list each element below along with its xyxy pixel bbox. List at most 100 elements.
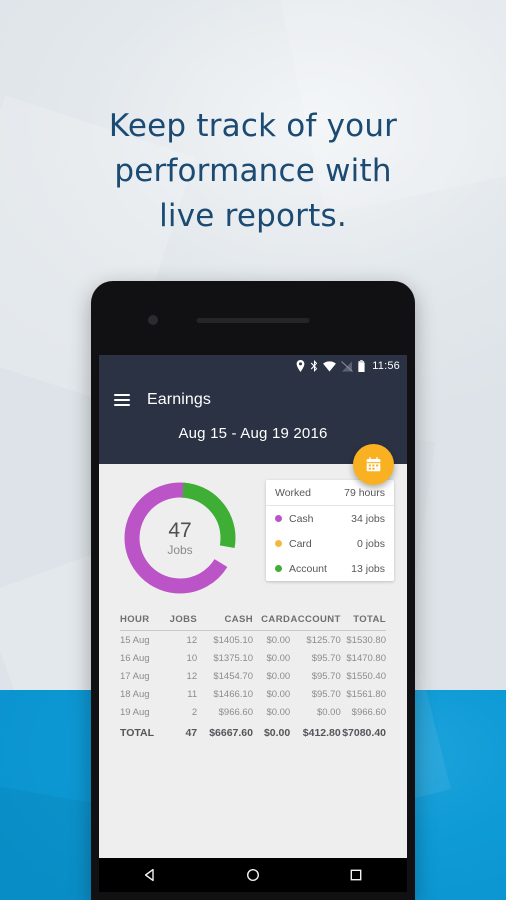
- legend-card: Worked 79 hours Cash 34 jobs Card 0 jobs: [266, 480, 394, 581]
- earpiece-speaker: [196, 318, 310, 323]
- legend-label-cash: Cash: [289, 512, 314, 525]
- recents-button[interactable]: [339, 858, 373, 892]
- hamburger-menu-icon[interactable]: [114, 394, 130, 406]
- date-range-label[interactable]: Aug 15 - Aug 19 2016: [99, 425, 407, 442]
- page-title: Earnings: [147, 391, 211, 408]
- calendar-icon: [366, 457, 381, 472]
- cell-hour: 19 Aug: [120, 707, 150, 718]
- cell-total: $1561.80: [346, 689, 386, 700]
- cell-card: $0.00: [266, 707, 291, 718]
- calendar-fab-button[interactable]: [353, 444, 394, 485]
- cell-jobs: 11: [187, 689, 198, 700]
- promo-headline: Keep track of your performance with live…: [0, 104, 506, 239]
- cell-cash: $1405.10: [213, 635, 253, 646]
- phone-mockup: 11:56 Earnings Aug 15 - Aug 19 2016 47 J…: [91, 281, 415, 900]
- cell-total: $1470.80: [346, 653, 386, 664]
- cell-total-jobs: 47: [185, 727, 198, 739]
- table-header-total: TOTAL: [340, 611, 386, 631]
- status-bar-time: 11:56: [372, 359, 400, 372]
- legend-worked-label: Worked: [275, 486, 311, 499]
- cell-account: $95.70: [311, 653, 341, 664]
- donut-center-label: 47 Jobs: [121, 479, 239, 597]
- legend-value-cash: 34 jobs: [351, 512, 385, 525]
- cell-total-label: TOTAL: [120, 727, 155, 739]
- legend-dot-card: [275, 540, 282, 547]
- donut-value: 47: [168, 518, 192, 542]
- promo-screenshot: Keep track of your performance with live…: [0, 0, 506, 900]
- cell-hour: 18 Aug: [120, 689, 150, 700]
- legend-value-account: 13 jobs: [351, 562, 385, 575]
- table-row[interactable]: 18 Aug 11 $1466.10 $0.00 $95.70 $1561.80: [120, 685, 386, 703]
- legend-worked-value: 79 hours: [344, 486, 385, 499]
- cell-total-card: $0.00: [263, 727, 291, 739]
- table-row[interactable]: 15 Aug 12 $1405.10 $0.00 $125.70 $1530.8…: [120, 631, 386, 650]
- table-row[interactable]: 16 Aug 10 $1375.10 $0.00 $95.70 $1470.80: [120, 649, 386, 667]
- headline-line-2: performance with: [114, 153, 392, 189]
- earnings-content: 47 Jobs Worked 79 hours Cash 34 jobs Car…: [99, 464, 407, 858]
- cell-total-cash: $6667.60: [209, 727, 253, 739]
- cell-card: $0.00: [266, 671, 291, 682]
- cell-total-total: $7080.40: [342, 727, 386, 739]
- cell-cash: $1466.10: [213, 689, 253, 700]
- donut-label: Jobs: [167, 542, 193, 557]
- table-row[interactable]: 17 Aug 12 $1454.70 $0.00 $95.70 $1550.40: [120, 667, 386, 685]
- cell-hour: 15 Aug: [120, 635, 150, 646]
- phone-screen: 11:56 Earnings Aug 15 - Aug 19 2016 47 J…: [99, 355, 407, 858]
- status-bar: 11:56: [99, 355, 407, 377]
- earnings-table: HOUR JOBS CASH CARD ACCOUNT TOTAL 15 Aug: [120, 611, 386, 742]
- jobs-donut-chart: 47 Jobs: [121, 479, 239, 597]
- headline-line-1: Keep track of your: [108, 108, 398, 144]
- app-bar: Earnings Aug 15 - Aug 19 2016: [99, 377, 407, 485]
- table-header-card: CARD: [252, 611, 291, 631]
- legend-row-card: Card 0 jobs: [266, 531, 394, 556]
- location-pin-icon: [296, 360, 305, 372]
- app-bar-top-row: Earnings: [99, 377, 407, 423]
- cell-cash: $1375.10: [213, 653, 253, 664]
- cell-hour: 17 Aug: [120, 671, 150, 682]
- cell-total: $966.60: [351, 707, 386, 718]
- cell-total: $1530.80: [346, 635, 386, 646]
- cell-account: $95.70: [311, 689, 341, 700]
- legend-row-cash: Cash 34 jobs: [266, 506, 394, 531]
- cell-total: $1550.40: [346, 671, 386, 682]
- front-camera-icon: [148, 315, 158, 325]
- signal-icon: [341, 360, 354, 372]
- headline-line-3: live reports.: [159, 198, 347, 234]
- cell-jobs: 2: [191, 707, 198, 718]
- cell-account: $0.00: [316, 707, 341, 718]
- home-circle-icon: [246, 868, 259, 882]
- cell-account: $95.70: [311, 671, 341, 682]
- legend-label-card: Card: [289, 537, 312, 550]
- table-header-cash: CASH: [197, 611, 253, 631]
- wifi-icon: [323, 360, 337, 371]
- back-triangle-icon: [145, 868, 155, 882]
- back-button[interactable]: [133, 858, 167, 892]
- cell-card: $0.00: [266, 689, 291, 700]
- summary-section: 47 Jobs Worked 79 hours Cash 34 jobs Car…: [99, 464, 407, 611]
- cell-card: $0.00: [266, 635, 291, 646]
- legend-label-account: Account: [289, 562, 327, 575]
- legend-row-account: Account 13 jobs: [266, 556, 394, 581]
- cell-total-account: $412.80: [302, 727, 341, 739]
- android-navigation-bar: [99, 858, 407, 892]
- table-header-jobs: JOBS: [165, 611, 198, 631]
- recents-square-icon: [350, 869, 362, 881]
- home-button[interactable]: [236, 858, 270, 892]
- table-header-account: ACCOUNT: [290, 611, 341, 631]
- table-row[interactable]: 19 Aug 2 $966.60 $0.00 $0.00 $966.60: [120, 703, 386, 721]
- cell-account: $125.70: [306, 635, 341, 646]
- cell-jobs: 10: [186, 653, 198, 664]
- legend-dot-cash: [275, 515, 282, 522]
- legend-value-card: 0 jobs: [356, 537, 385, 550]
- cell-jobs: 12: [186, 635, 198, 646]
- cell-hour: 16 Aug: [120, 653, 150, 664]
- cell-card: $0.00: [266, 653, 291, 664]
- cell-jobs: 12: [186, 671, 198, 682]
- bluetooth-icon: [311, 360, 318, 372]
- table-header-row: HOUR JOBS CASH CARD ACCOUNT TOTAL: [120, 611, 386, 631]
- table-header-hour: HOUR: [120, 611, 166, 631]
- battery-icon: [358, 360, 365, 372]
- cell-cash: $1454.70: [213, 671, 253, 682]
- legend-dot-account: [275, 565, 282, 572]
- cell-cash: $966.60: [218, 707, 253, 718]
